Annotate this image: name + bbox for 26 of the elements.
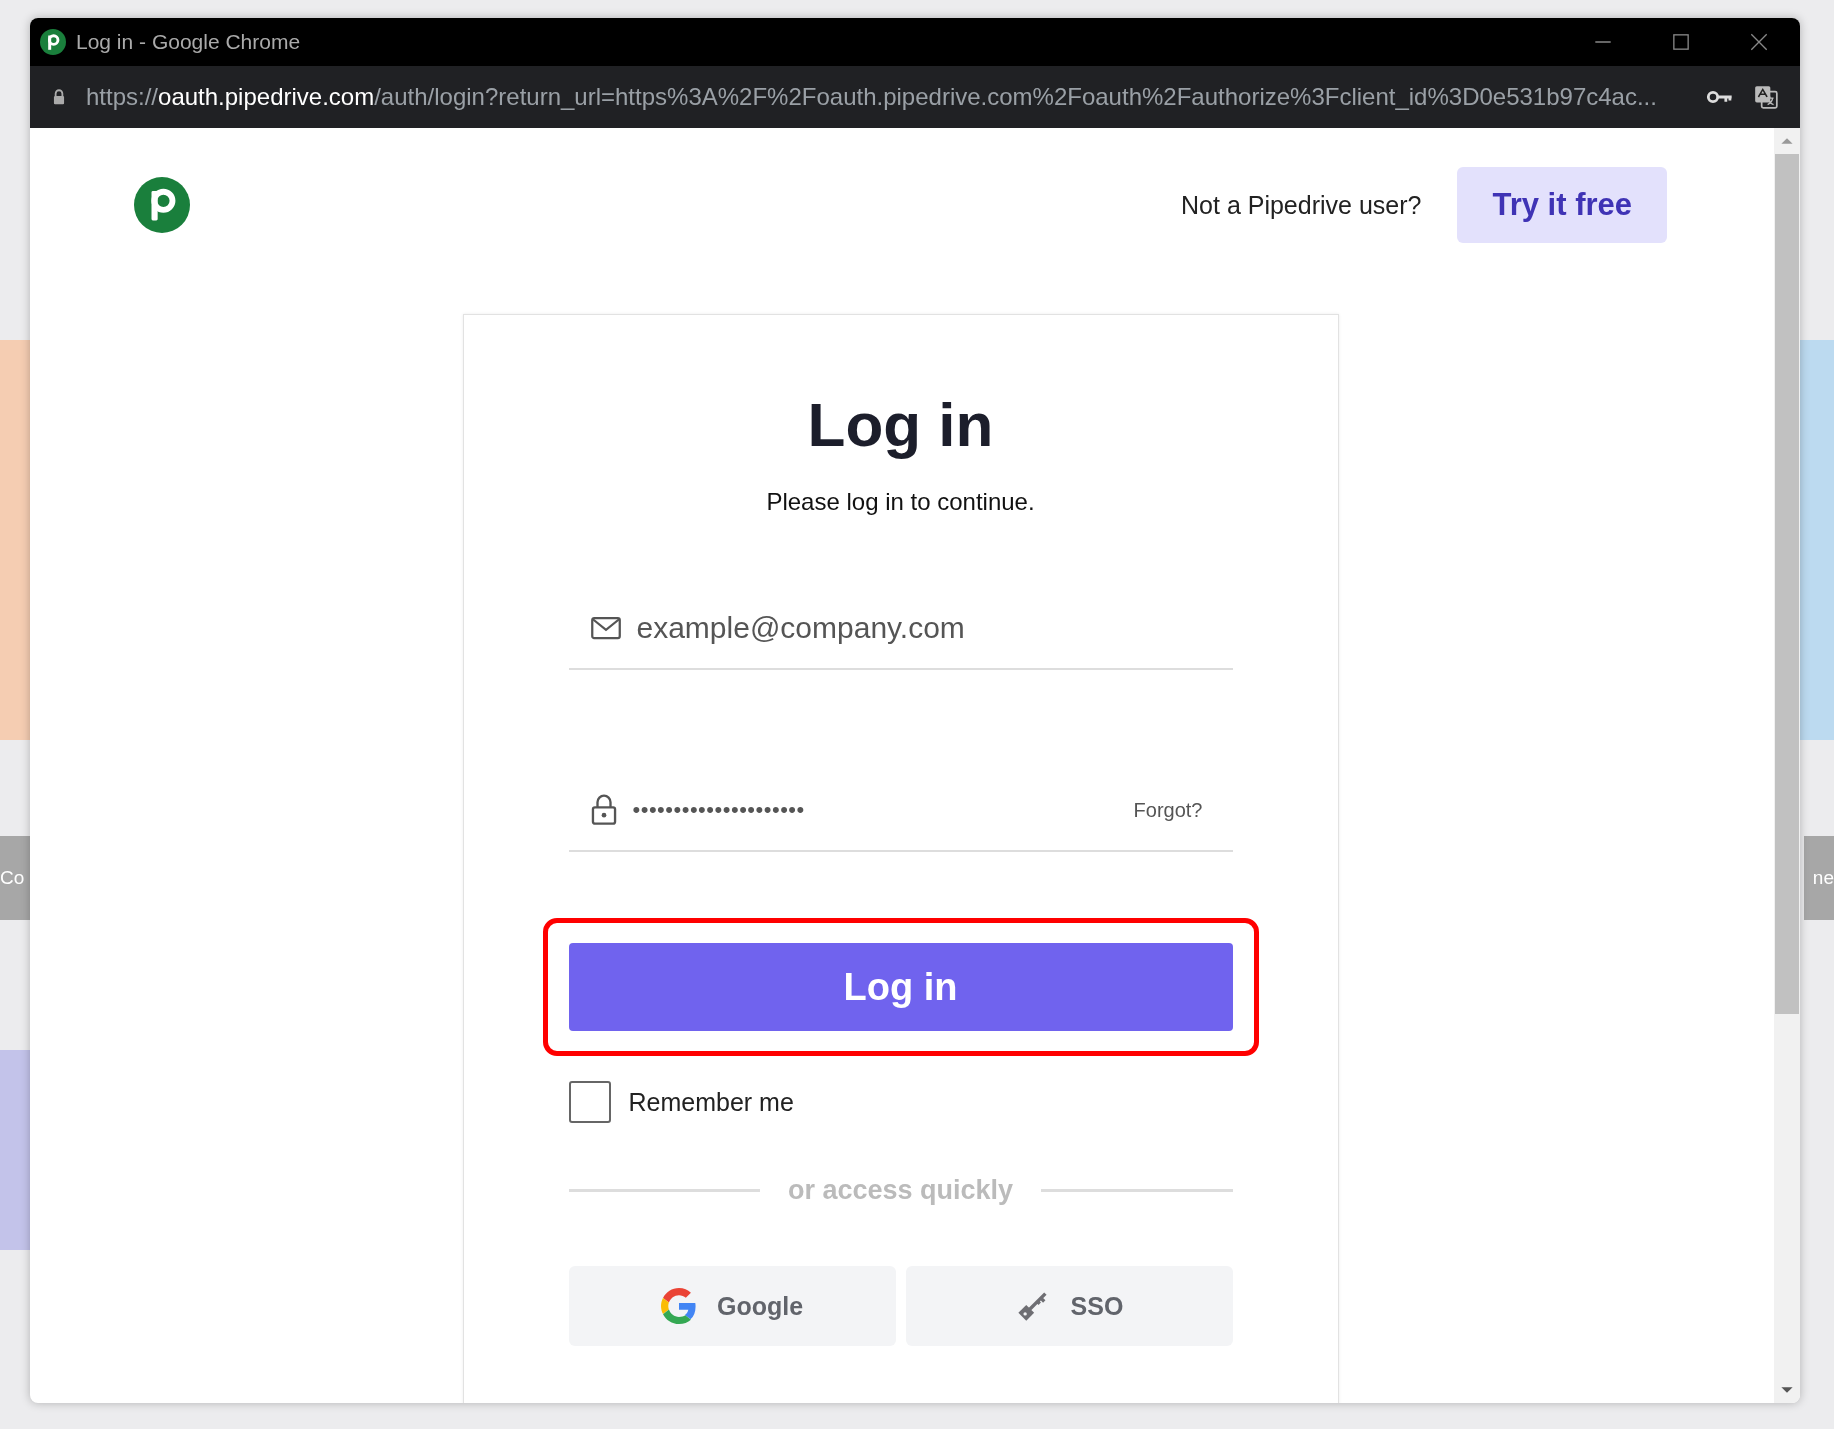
signup-prompt: Not a Pipedrive user? (1181, 190, 1422, 220)
translate-icon[interactable] (1752, 84, 1780, 110)
divider-label: or access quickly (787, 1175, 1014, 1206)
login-title: Log in (807, 389, 994, 460)
logo-icon (40, 29, 66, 55)
google-button[interactable]: Google (568, 1266, 896, 1346)
remember-label[interactable]: Remember me (628, 1087, 794, 1117)
remember-checkbox[interactable] (568, 1081, 611, 1123)
maximize-icon[interactable] (1670, 31, 1692, 53)
forgot-link[interactable]: Forgot? (1133, 798, 1203, 822)
scrollbar[interactable] (1774, 128, 1800, 1403)
login-button[interactable]: Log in (568, 943, 1233, 1031)
scroll-down-icon[interactable] (1780, 1385, 1794, 1395)
close-icon[interactable] (1748, 31, 1770, 53)
sso-button[interactable]: SSO (905, 1266, 1233, 1346)
padlock-icon (590, 794, 617, 826)
email-field[interactable]: example@company.com (636, 611, 1203, 645)
mail-icon (590, 616, 621, 640)
background-bar: ne (1804, 836, 1834, 920)
login-subtitle: Please log in to continue. (766, 488, 1035, 516)
window-title: Log in - Google Chrome (76, 30, 302, 54)
google-icon (660, 1288, 697, 1324)
signup-button[interactable]: Try it free (1457, 167, 1667, 243)
logo-icon[interactable] (134, 177, 190, 233)
background-bar: Co (0, 836, 30, 920)
password-field[interactable]: ••••••••••••••••••••• Forgot? (568, 770, 1233, 852)
